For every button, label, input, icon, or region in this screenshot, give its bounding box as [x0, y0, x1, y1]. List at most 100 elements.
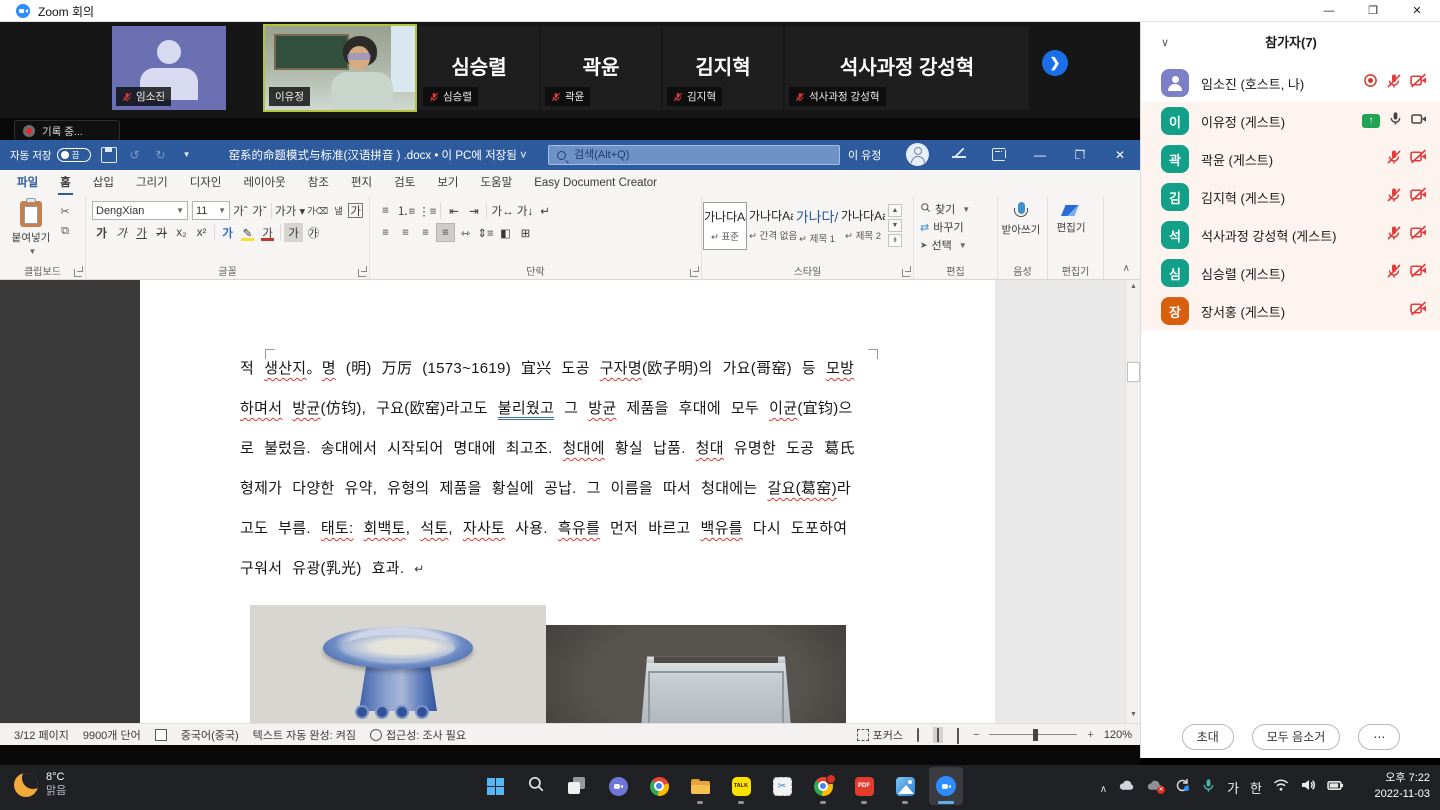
- align-right-button[interactable]: ≡: [416, 223, 435, 242]
- web-layout-button[interactable]: [953, 727, 963, 743]
- camera-icon[interactable]: [1411, 111, 1427, 132]
- file-explorer-taskbar-icon[interactable]: [683, 767, 717, 805]
- underline-button[interactable]: 가: [132, 223, 151, 242]
- photos-taskbar-icon[interactable]: [888, 767, 922, 805]
- participant-row[interactable]: 김김지혁 (게스트): [1141, 178, 1440, 216]
- zoom-app-taskbar-icon[interactable]: [929, 767, 963, 805]
- mic-muted-icon[interactable]: [1386, 73, 1402, 94]
- account-avatar[interactable]: [906, 143, 929, 166]
- task-view-taskbar-icon[interactable]: [560, 767, 594, 805]
- strikethrough-button[interactable]: 가: [152, 223, 171, 242]
- participant-row[interactable]: 석석사과정 강성혁 (게스트): [1141, 216, 1440, 254]
- scroll-up-icon[interactable]: ▲: [1127, 280, 1140, 294]
- editing-선택[interactable]: ➤선택▼: [914, 236, 997, 254]
- camera-off-icon[interactable]: [1410, 186, 1427, 208]
- zoom-close-button[interactable]: ✕: [1400, 0, 1434, 22]
- document-line-2[interactable]: 하며서 방균(仿钧), 구요(欧窑)라고도 불리웠고 그 방균 제품을 후대에 …: [240, 397, 886, 418]
- mic-muted-icon[interactable]: [1386, 149, 1402, 170]
- tab-검토[interactable]: 검토: [383, 172, 426, 196]
- shading-button[interactable]: ◧: [496, 223, 515, 242]
- mic-muted-icon[interactable]: [1386, 225, 1402, 246]
- search-input[interactable]: [572, 148, 812, 162]
- enclose-char-button[interactable]: ㉮: [304, 223, 323, 242]
- marks-button[interactable]: ↵: [536, 201, 555, 220]
- tab-보기[interactable]: 보기: [426, 172, 469, 196]
- tab-참조[interactable]: 참조: [297, 172, 340, 196]
- tab-삽입[interactable]: 삽입: [82, 172, 125, 196]
- styles-more-icon[interactable]: ⇟: [888, 234, 902, 247]
- bold-button[interactable]: 가: [92, 223, 111, 242]
- invite-button[interactable]: 초대: [1182, 724, 1234, 750]
- screen-share-icon[interactable]: ↑: [1362, 114, 1380, 128]
- change-case-button[interactable]: 가가 ▾: [274, 201, 306, 220]
- page-indicator[interactable]: 3/12 페이지: [14, 727, 69, 743]
- collapse-ribbon-icon[interactable]: ∧: [1123, 263, 1130, 274]
- accessibility-status[interactable]: 접근성: 조사 필요: [370, 727, 466, 743]
- undo-icon[interactable]: ↺: [127, 147, 143, 163]
- format-painter-button[interactable]: [56, 242, 74, 258]
- onedrive-icon[interactable]: [1118, 777, 1135, 799]
- styles-down-icon[interactable]: ▼: [888, 219, 902, 232]
- char-border-button[interactable]: 가: [348, 203, 363, 218]
- chrome-taskbar-icon[interactable]: [642, 767, 676, 805]
- mic-muted-icon[interactable]: [1386, 263, 1402, 284]
- kakaotalk-taskbar-icon[interactable]: TALK: [724, 767, 758, 805]
- participant-row[interactable]: 심심승렬 (게스트): [1141, 254, 1440, 292]
- align-center-button[interactable]: ≡: [396, 223, 415, 242]
- camera-off-icon[interactable]: [1410, 148, 1427, 170]
- weather-widget[interactable]: 8°C 맑음: [14, 771, 66, 799]
- styles-scroll[interactable]: ▲ ▼ ⇟: [888, 204, 902, 250]
- borders-button[interactable]: ⊞: [516, 223, 535, 242]
- ink-pen-icon[interactable]: [952, 148, 967, 161]
- tab-file[interactable]: 파일: [6, 172, 49, 196]
- video-tile-4[interactable]: 곽윤곽윤: [541, 26, 661, 110]
- tab-도움말[interactable]: 도움말: [469, 172, 523, 196]
- sync-icon[interactable]: [1174, 777, 1190, 798]
- tab-홈[interactable]: 홈: [49, 172, 82, 196]
- quick-access-caret-icon[interactable]: ▼: [179, 147, 195, 163]
- video-tile-5[interactable]: 김지혁김지혁: [663, 26, 783, 110]
- more-button[interactable]: ⋯: [1358, 724, 1400, 750]
- char-shading-button[interactable]: 가: [284, 223, 303, 242]
- volume-icon[interactable]: [1300, 777, 1316, 798]
- capture-tool-taskbar-icon[interactable]: ✂: [765, 767, 799, 805]
- zoom-level[interactable]: 120%: [1104, 729, 1132, 741]
- autocomplete-status[interactable]: 텍스트 자동 완성: 켜짐: [253, 727, 356, 743]
- camera-off-icon[interactable]: [1410, 72, 1427, 94]
- document-line-3[interactable]: 로 불렀음. 송대에서 시작되어 명대에 최고조. 청대에 황실 납품. 청대 …: [240, 437, 886, 458]
- cloud-error-icon[interactable]: ✕: [1146, 777, 1163, 799]
- justify-button[interactable]: ≡: [436, 223, 455, 242]
- zoom-out-icon[interactable]: −: [973, 729, 979, 741]
- ceramic-image-square-planter[interactable]: [546, 625, 846, 723]
- zoom-in-icon[interactable]: +: [1087, 729, 1093, 741]
- paste-button[interactable]: 붙여넣기 ▼: [8, 201, 54, 258]
- copy-button[interactable]: ⧉: [56, 223, 74, 239]
- print-layout-button[interactable]: [933, 727, 943, 743]
- pdf-app-taskbar-icon[interactable]: PDF: [847, 767, 881, 805]
- camera-off-icon[interactable]: [1410, 300, 1427, 322]
- document-line-6[interactable]: 구워서 유광(乳光) 효과. ↵: [240, 557, 886, 578]
- video-tile-6[interactable]: 석사과정 강성혁석사과정 강성혁: [785, 26, 1029, 110]
- editor-button[interactable]: 편집기: [1048, 198, 1094, 235]
- mute-all-button[interactable]: 모두 음소거: [1252, 724, 1341, 750]
- share-button[interactable]: 공유 ˅: [1062, 143, 1108, 165]
- editing-찾기[interactable]: 찾기▼: [914, 200, 997, 218]
- outdent-button[interactable]: ⇤: [444, 201, 463, 220]
- style-표준[interactable]: 가나다AaE↵ 표준: [703, 202, 747, 250]
- start-taskbar-icon[interactable]: [478, 767, 512, 805]
- taskbar-clock[interactable]: 오후 7:22 2022-11-03: [1375, 771, 1430, 803]
- numbering-button[interactable]: ⒈≡: [396, 201, 416, 220]
- video-tile-2[interactable]: 이유정: [263, 24, 417, 112]
- save-icon[interactable]: [101, 147, 117, 163]
- styles-up-icon[interactable]: ▲: [888, 204, 902, 217]
- indent-button[interactable]: ⇥: [464, 201, 483, 220]
- phonetic-guide-button[interactable]: 냂: [329, 201, 348, 220]
- align-left-button[interactable]: ≡: [376, 223, 395, 242]
- font-dialog-launcher[interactable]: [358, 269, 366, 277]
- focus-mode-button[interactable]: 포커스: [857, 727, 903, 743]
- scroll-down-icon[interactable]: ▼: [1127, 708, 1140, 722]
- video-tile-1[interactable]: 임소진: [112, 26, 226, 110]
- mic-muted-icon[interactable]: [1386, 187, 1402, 208]
- style-제목 1[interactable]: 가나다/↵ 제목 1: [795, 202, 839, 250]
- shrink-font-button[interactable]: 가ˇ: [250, 201, 269, 220]
